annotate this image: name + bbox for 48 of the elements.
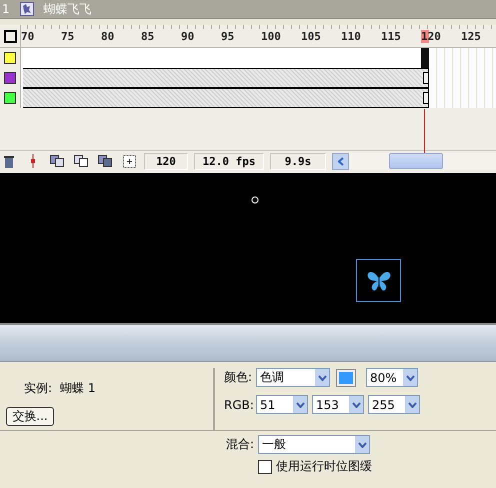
current-frame: 120 bbox=[144, 152, 188, 170]
frame-span[interactable] bbox=[23, 88, 429, 108]
frame-rate: 12.0 fps bbox=[194, 152, 264, 170]
scene-icon[interactable] bbox=[20, 2, 34, 16]
instance-label: 实例: bbox=[24, 380, 52, 397]
color-mode-dropdown[interactable]: 色调 bbox=[256, 368, 330, 387]
onion-markers-icon[interactable] bbox=[120, 153, 138, 169]
instance-name: 蝴蝶 1 bbox=[60, 380, 96, 397]
rgb-value-field[interactable]: 255 bbox=[368, 395, 420, 414]
color-label: 颜色: bbox=[224, 369, 252, 386]
keyframe[interactable] bbox=[423, 92, 429, 104]
registration-point-icon bbox=[251, 196, 259, 204]
frame-number: 120 bbox=[421, 30, 441, 42]
onion-skin-icon[interactable] bbox=[48, 153, 66, 169]
frame-number: 75 bbox=[61, 30, 74, 42]
scroll-left-button[interactable] bbox=[332, 152, 349, 170]
frame-number: 100 bbox=[261, 30, 281, 42]
layer-outline-toggle[interactable] bbox=[4, 30, 16, 42]
blend-label: 混合: bbox=[226, 436, 254, 453]
rgb-value-field[interactable]: 153 bbox=[312, 395, 364, 414]
frame-number: 110 bbox=[341, 30, 361, 42]
elapsed-time: 9.9s bbox=[270, 152, 326, 170]
frame-number: 70 bbox=[21, 30, 34, 42]
scene-number: 1 bbox=[2, 2, 10, 16]
rgb-value-field[interactable]: 51 bbox=[256, 395, 308, 414]
layer-color-swatch[interactable] bbox=[4, 52, 16, 64]
frame-number: 95 bbox=[221, 30, 234, 42]
frame-number: 105 bbox=[301, 30, 321, 42]
rgb-label: RGB: bbox=[224, 398, 252, 412]
layer-color-swatch[interactable] bbox=[4, 92, 16, 104]
blend-mode-dropdown[interactable]: 一般 bbox=[258, 435, 370, 454]
frame-number: 90 bbox=[181, 30, 194, 42]
keyframe[interactable] bbox=[423, 72, 429, 84]
frame-number: 80 bbox=[101, 30, 114, 42]
tint-amount-field[interactable]: 80% bbox=[366, 368, 418, 387]
tint-color-swatch[interactable] bbox=[336, 368, 356, 386]
edit-frames-icon[interactable] bbox=[96, 153, 114, 169]
frame-number: 125 bbox=[461, 30, 481, 42]
layer-color-swatch[interactable] bbox=[4, 72, 16, 84]
swap-button[interactable]: 交换... bbox=[6, 407, 54, 426]
bitmap-cache-checkbox[interactable] bbox=[258, 460, 272, 474]
bitmap-cache-label: 使用运行时位图缓 bbox=[276, 458, 372, 475]
horizontal-scrollbar[interactable] bbox=[332, 153, 496, 169]
frame-number: 85 bbox=[141, 30, 154, 42]
frame-span[interactable] bbox=[23, 68, 429, 88]
onion-outline-icon[interactable] bbox=[72, 153, 90, 169]
scroll-thumb[interactable] bbox=[389, 153, 443, 169]
frame-number: 115 bbox=[381, 30, 401, 42]
